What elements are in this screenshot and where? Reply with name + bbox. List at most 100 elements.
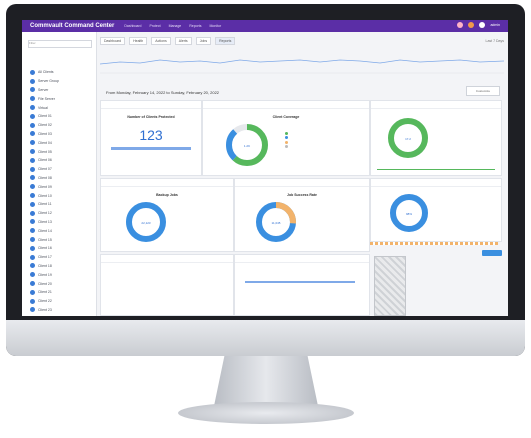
tree-item-label: Client 23 xyxy=(38,307,52,312)
tab-alerts[interactable]: Alerts xyxy=(174,36,192,45)
tree-item[interactable]: Client 06 xyxy=(30,156,59,165)
tree-item-label: Client 11 xyxy=(38,202,52,207)
time-range-selector[interactable]: Last 7 Days xyxy=(486,39,504,43)
tree-item[interactable]: All Clients xyxy=(30,68,59,77)
tree-item-label: Client 01 xyxy=(38,114,52,119)
tree-item-label: Client 07 xyxy=(38,167,52,172)
card-health-summary: 17.2 xyxy=(370,100,502,176)
tree-item-label: Client 19 xyxy=(38,272,52,277)
tree-item-label: Client 03 xyxy=(38,131,52,136)
server-icon xyxy=(30,210,35,216)
nav-link-dashboard[interactable]: Dashboard xyxy=(124,24,141,28)
storage-usage-bar xyxy=(370,242,498,245)
activity-sparkline xyxy=(100,59,504,74)
tree-item[interactable]: Client 08 xyxy=(30,174,59,183)
tree-item-label: Server Group xyxy=(38,79,60,84)
tree-item[interactable]: Client 22 xyxy=(30,297,59,306)
sidebar: Filter All Clients Server Group Server F… xyxy=(22,32,97,316)
tree-item-label: Client 22 xyxy=(38,299,52,304)
tree-item-label: Client 08 xyxy=(38,175,52,180)
server-icon xyxy=(30,140,35,146)
tree-item[interactable]: Server Group xyxy=(30,77,59,86)
coverage-donut: 1.2K xyxy=(226,124,268,166)
monitor-stand-neck xyxy=(214,356,318,406)
card-title: Number of Clients Protected xyxy=(127,115,175,119)
tree-item-label: Server xyxy=(38,87,49,92)
view-details-button[interactable] xyxy=(482,250,502,256)
tree-item[interactable]: Client 02 xyxy=(30,121,59,130)
tab-jobs[interactable]: Jobs xyxy=(195,36,212,45)
tab-dashboard[interactable]: Dashboard xyxy=(100,36,126,45)
help-icon[interactable] xyxy=(479,22,486,28)
nav-link-reports[interactable]: Reports xyxy=(189,24,201,28)
client-tree: All Clients Server Group Server File Ser… xyxy=(30,68,59,314)
tree-item[interactable]: Server xyxy=(30,86,59,95)
tree-item[interactable]: Client 04 xyxy=(30,138,59,147)
tree-item[interactable]: Client 19 xyxy=(30,270,59,279)
tab-reports[interactable]: Reports xyxy=(215,36,236,45)
nav-link-protect[interactable]: Protect xyxy=(149,24,160,28)
tree-item[interactable]: Client 01 xyxy=(30,112,59,121)
health-trend-line xyxy=(377,169,495,170)
card-client-coverage: Client Coverage 1.2K xyxy=(202,100,370,176)
tab-health[interactable]: Health xyxy=(129,36,148,45)
server-icon xyxy=(30,228,35,234)
card-clients-protected: Number of Clients Protected 123 xyxy=(100,100,202,176)
server-icon xyxy=(30,219,35,225)
server-icon xyxy=(30,122,35,128)
tree-item[interactable]: Client 13 xyxy=(30,218,59,227)
server-icon xyxy=(30,131,35,137)
tree-item[interactable]: Client 17 xyxy=(30,253,59,262)
trend-line xyxy=(245,281,355,283)
tree-item[interactable]: Client 20 xyxy=(30,279,59,288)
tree-item[interactable]: Client 05 xyxy=(30,147,59,156)
coverage-legend xyxy=(285,131,288,149)
server-icon xyxy=(30,201,35,207)
tree-item-label: All Clients xyxy=(38,70,54,75)
tree-item[interactable]: Client 07 xyxy=(30,165,59,174)
app-brand[interactable]: Commvault Command Center xyxy=(30,23,114,29)
tab-actions[interactable]: Actions xyxy=(151,36,171,45)
nav-link-manage[interactable]: Manage xyxy=(169,24,182,28)
toolbar: Dashboard Health Actions Alerts Jobs Rep… xyxy=(100,36,504,45)
tree-item[interactable]: Client 10 xyxy=(30,191,59,200)
tree-item-label: Client 09 xyxy=(38,184,52,189)
tree-item[interactable]: Client 03 xyxy=(30,130,59,139)
tree-item[interactable]: Client 18 xyxy=(30,262,59,271)
alert-icon[interactable] xyxy=(468,22,475,28)
server-icon xyxy=(30,263,35,269)
tree-item[interactable]: Client 16 xyxy=(30,244,59,253)
top-navigation-bar: Commvault Command Center Dashboard Prote… xyxy=(22,20,508,32)
user-menu[interactable]: admin xyxy=(490,23,500,27)
donut-center-label: 1.2K xyxy=(244,144,250,148)
tree-item[interactable]: Client 21 xyxy=(30,288,59,297)
customize-button[interactable]: Customize xyxy=(466,86,500,96)
tree-item-label: Client 20 xyxy=(38,281,52,286)
tree-item[interactable]: Client 11 xyxy=(30,200,59,209)
tree-item[interactable]: Client 09 xyxy=(30,182,59,191)
clients-protected-count: 123 xyxy=(139,127,163,143)
donut-center-label: 22,123 xyxy=(141,221,151,225)
world-map[interactable] xyxy=(374,256,406,316)
tree-item[interactable]: File Server xyxy=(30,94,59,103)
tree-item[interactable]: Virtual xyxy=(30,103,59,112)
date-range-title: From Monday, February 14, 2022 to Sunday… xyxy=(106,90,220,95)
server-icon xyxy=(30,289,35,295)
tree-item[interactable]: Client 14 xyxy=(30,226,59,235)
notification-icon[interactable] xyxy=(457,22,464,28)
health-donut: 17.2 xyxy=(388,118,428,158)
nav-links: Dashboard Protect Manage Reports Monitor xyxy=(124,24,221,28)
tree-item-label: Client 10 xyxy=(38,193,52,198)
folder-icon xyxy=(30,78,35,84)
card-header xyxy=(371,179,501,187)
server-icon xyxy=(30,237,35,243)
tree-item[interactable]: Client 23 xyxy=(30,306,59,315)
card-header xyxy=(235,179,369,187)
tree-item-label: Client 12 xyxy=(38,211,52,216)
tree-item[interactable]: Client 12 xyxy=(30,209,59,218)
tree-item[interactable]: Client 15 xyxy=(30,235,59,244)
sidebar-search-input[interactable]: Filter xyxy=(28,40,92,48)
nav-link-monitor[interactable]: Monitor xyxy=(210,24,222,28)
server-icon xyxy=(30,281,35,287)
monitor-stand-base xyxy=(178,402,354,424)
